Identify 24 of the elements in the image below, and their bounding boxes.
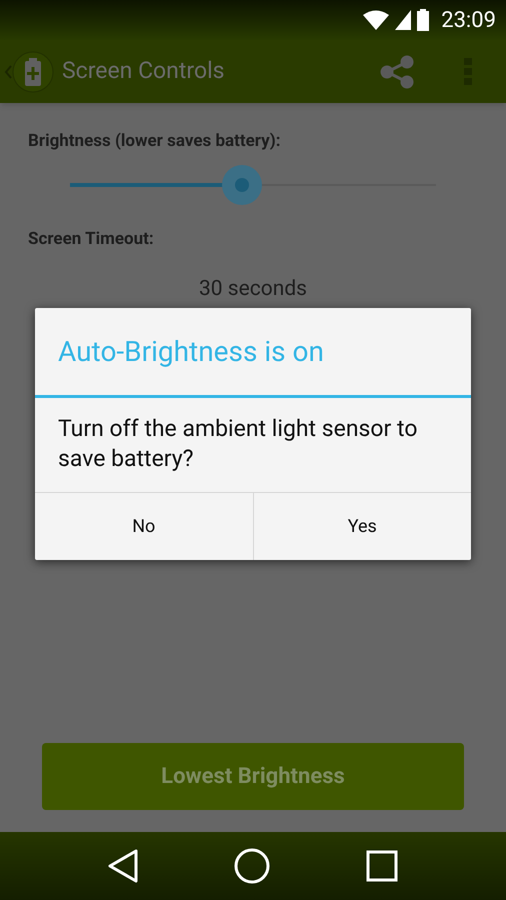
share-icon [380,54,414,88]
back-button[interactable] [4,50,54,92]
chevron-left-icon [4,64,12,78]
clock: 23:09 [441,6,496,34]
dialog-button[interactable]: Yes [252,493,471,560]
circle-home-icon [234,848,270,884]
home-button[interactable] [234,848,270,884]
recents-button[interactable] [366,850,398,882]
dialog-message: Turn off the ambient light sensor to save battery? [57,414,418,474]
battery-plus-icon [12,50,54,92]
timeout-label: Screen Timeout: [28,228,155,250]
square-recents-icon [366,850,398,882]
battery-icon [417,9,430,31]
share-button[interactable] [380,54,414,88]
triangle-back-icon [108,849,138,883]
brightness-label: Brightness (lower saves battery): [28,130,282,153]
slider-thumb[interactable] [222,164,262,204]
brightness-slider[interactable] [70,162,436,206]
app-title: Screen Controls [62,56,226,86]
dialog-title: Auto-Brightness is on [35,308,471,398]
signal-icon [395,10,412,30]
dialog-button[interactable]: No [35,493,252,560]
back-nav-button[interactable] [108,849,138,883]
wifi-icon [363,10,390,30]
